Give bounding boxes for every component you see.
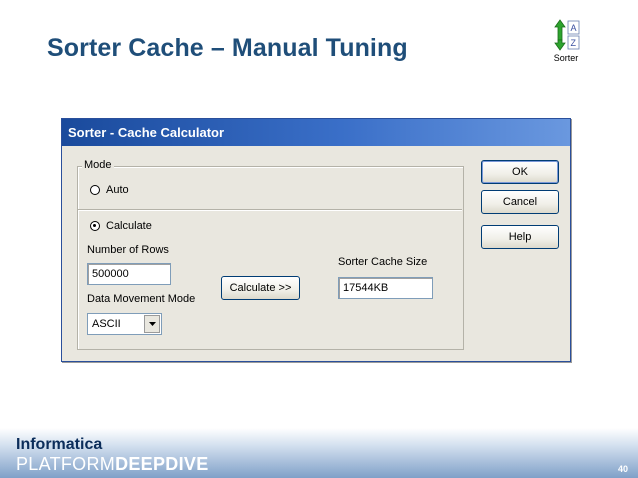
dialog-title: Sorter - Cache Calculator	[62, 119, 570, 146]
page-number: 40	[617, 464, 628, 474]
chevron-down-icon[interactable]	[144, 315, 160, 333]
mode-divider	[78, 209, 462, 211]
rows-input[interactable]: 500000	[87, 263, 171, 285]
calculate-radio[interactable]: Calculate	[90, 220, 152, 232]
svg-text:A: A	[571, 23, 577, 33]
slide-title: Sorter Cache – Manual Tuning	[47, 34, 408, 62]
auto-radio-dot	[90, 185, 100, 195]
movement-label: Data Movement Mode	[87, 293, 196, 305]
rows-label: Number of Rows	[87, 244, 169, 256]
cache-size-field[interactable]: 17544KB	[338, 277, 433, 299]
sorter-transformation-badge: A Z Sorter	[549, 18, 583, 63]
cache-calculator-dialog: Sorter - Cache Calculator Mode Auto Calc…	[61, 118, 571, 362]
sorter-badge-label: Sorter	[553, 53, 579, 63]
calculate-radio-dot	[90, 221, 100, 231]
brand-platform: PLATFORM	[16, 454, 116, 474]
svg-text:Z: Z	[571, 38, 577, 48]
auto-radio[interactable]: Auto	[90, 184, 129, 196]
cache-size-label: Sorter Cache Size	[338, 256, 428, 268]
movement-select[interactable]: ASCII	[87, 313, 162, 335]
brand-deepdive: DEEPDIVE	[115, 454, 209, 474]
movement-select-value: ASCII	[92, 318, 121, 330]
cancel-button[interactable]: Cancel	[481, 190, 559, 214]
ok-button[interactable]: OK	[481, 160, 559, 184]
calculate-button[interactable]: Calculate >>	[221, 276, 300, 300]
sorter-az-icon: A Z	[554, 19, 580, 51]
brand-platform-deepdive: PLATFORMDEEPDIVE	[16, 454, 209, 475]
auto-radio-label: Auto	[106, 184, 129, 196]
mode-legend: Mode	[82, 159, 114, 171]
help-button[interactable]: Help	[481, 225, 559, 249]
calculate-radio-label: Calculate	[106, 220, 152, 232]
brand-informatica: Informatica	[16, 436, 103, 453]
